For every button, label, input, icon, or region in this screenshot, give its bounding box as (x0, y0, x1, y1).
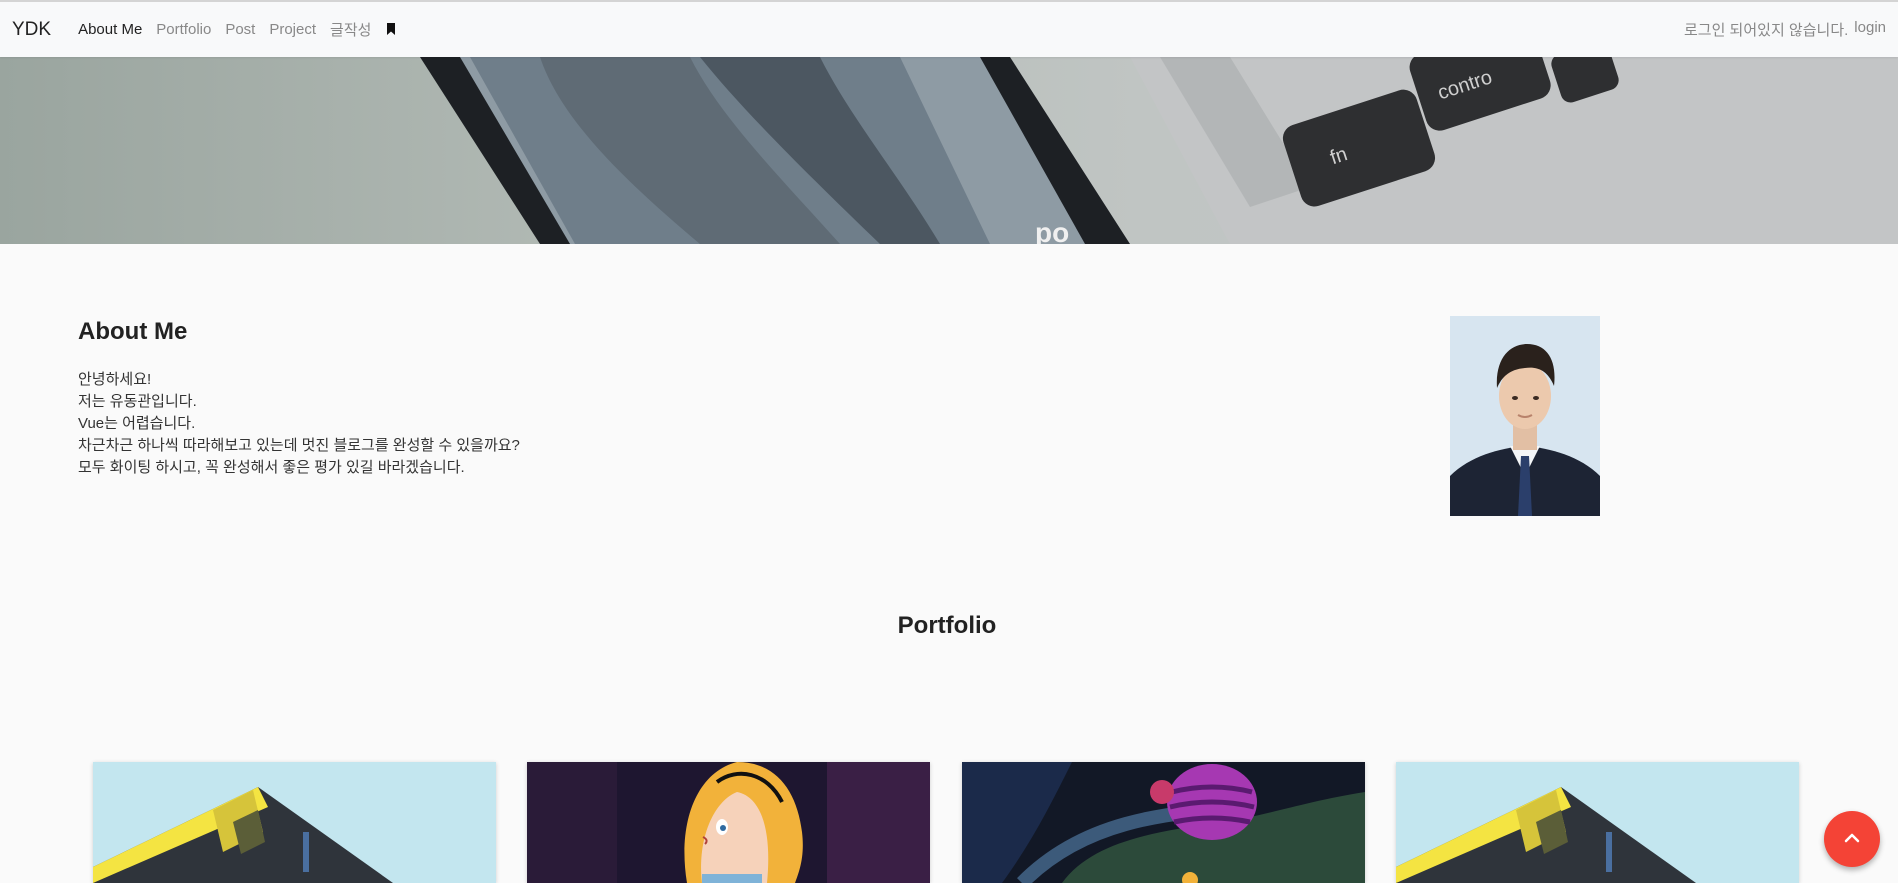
bookmark-icon[interactable] (386, 22, 400, 37)
nav-link-about-me[interactable]: About Me (71, 21, 149, 38)
about-title: About Me (78, 318, 188, 345)
scroll-to-top-button[interactable] (1824, 811, 1880, 867)
phone-screen-text: po (1035, 217, 1069, 244)
login-status-text: 로그인 되어있지 않습니다. (1683, 22, 1849, 39)
about-line: Vue는 어렵습니다. (78, 415, 196, 432)
about-line: 저는 유동관입니다. (78, 393, 197, 410)
portfolio-card[interactable] (93, 762, 496, 883)
building-image (1396, 762, 1799, 883)
portfolio-card[interactable] (1396, 762, 1799, 883)
about-line: 차근차근 하나씩 따라해보고 있는데 멋진 블로그를 완성할 수 있을까요? (78, 437, 520, 454)
chevron-up-icon (1844, 830, 1860, 848)
portfolio-card[interactable] (962, 762, 1365, 883)
about-line: 안녕하세요! (78, 371, 152, 388)
hero-banner-image: fn contro po (0, 57, 1898, 244)
page: YDK About Me Portfolio Post Project 글작성 … (0, 0, 1898, 883)
nav-link-portfolio[interactable]: Portfolio (149, 21, 218, 38)
nav-links: About Me Portfolio Post Project 글작성 (71, 19, 400, 40)
about-intro: 안녕하세요! 저는 유동관입니다. Vue는 어렵습니다. 차근차근 하나씩 따… (78, 369, 520, 479)
nav-link-write[interactable]: 글작성 (323, 19, 378, 40)
building-image (93, 762, 496, 883)
nav-link-post[interactable]: Post (218, 21, 262, 38)
portfolio-title: Portfolio (897, 612, 997, 639)
login-status: 로그인 되어있지 않습니다. login (1684, 19, 1886, 40)
portfolio-card[interactable] (527, 762, 930, 883)
nav-link-project[interactable]: Project (262, 21, 323, 38)
brand-logo[interactable]: YDK (12, 19, 51, 41)
login-link[interactable]: login (1854, 19, 1886, 40)
cheshire-cat-image (962, 762, 1365, 883)
top-navbar: YDK About Me Portfolio Post Project 글작성 … (0, 0, 1898, 57)
alice-image (527, 762, 930, 883)
about-line: 모두 화이팅 하시고, 꼭 완성해서 좋은 평가 있길 바라겠습니다. (78, 459, 465, 476)
profile-photo (1450, 316, 1600, 516)
